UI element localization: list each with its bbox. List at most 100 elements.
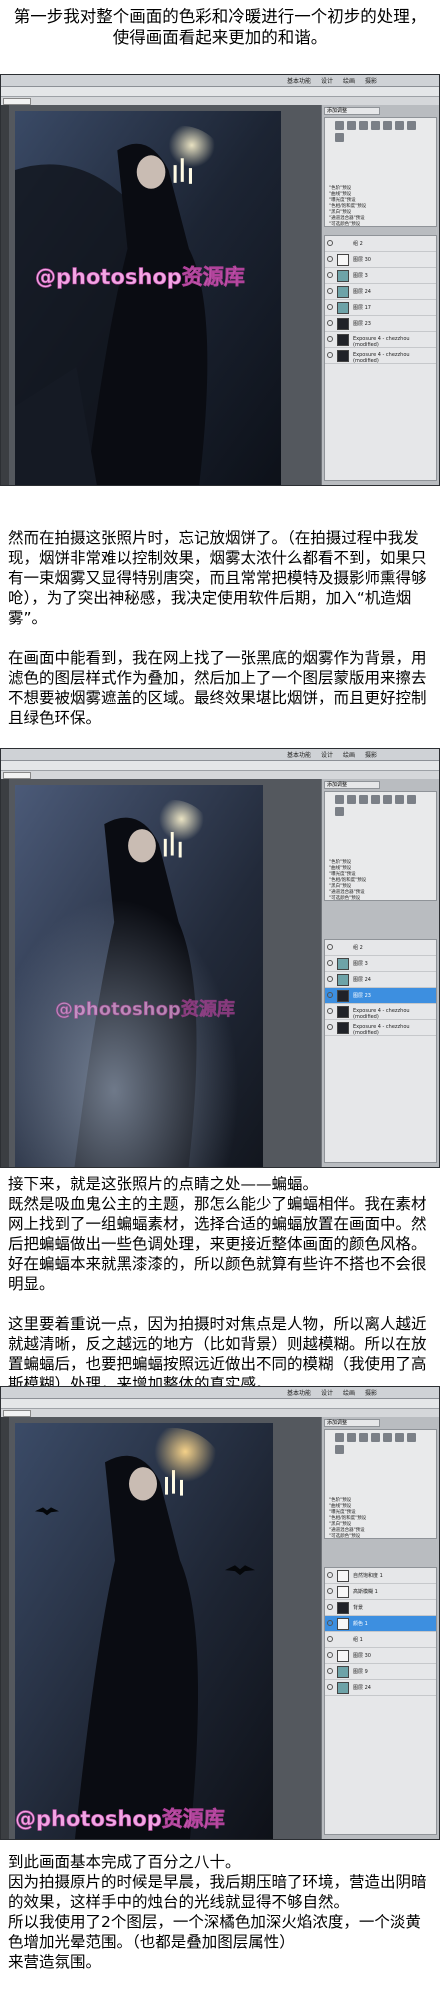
adjustments-tab[interactable]: 添加调整	[324, 1419, 380, 1427]
vibrance-icon[interactable]	[383, 795, 392, 804]
eye-icon[interactable]	[327, 320, 333, 326]
tools-panel[interactable]	[1, 779, 9, 1167]
layer-row[interactable]: Exposure 4 - chezzhou (modified)	[325, 1020, 436, 1036]
layer-thumbnail	[337, 1666, 349, 1678]
workspace-photography[interactable]: 摄影	[363, 750, 379, 759]
canvas-area[interactable]: @photoshop资源库	[9, 1417, 321, 1839]
layer-row[interactable]: 组 2	[325, 236, 436, 252]
eye-icon[interactable]	[327, 1024, 333, 1030]
eye-icon[interactable]	[327, 976, 333, 982]
exposure-icon[interactable]	[371, 1433, 380, 1442]
photo: @photoshop资源库	[15, 1423, 273, 1839]
levels-icon[interactable]	[347, 121, 356, 130]
eye-icon[interactable]	[327, 240, 333, 246]
brightness-icon[interactable]	[335, 1433, 344, 1442]
workspace-painting[interactable]: 绘画	[341, 750, 357, 759]
tools-panel[interactable]	[1, 1417, 9, 1839]
vibrance-icon[interactable]	[383, 1433, 392, 1442]
eye-icon[interactable]	[327, 304, 333, 310]
eye-icon[interactable]	[327, 1588, 333, 1594]
layer-row[interactable]: 组 2	[325, 940, 436, 956]
layer-row[interactable]: 图层 23	[325, 316, 436, 332]
bw-icon[interactable]	[335, 133, 344, 142]
workspace-photography[interactable]: 摄影	[363, 1388, 379, 1397]
adjustments-tab[interactable]: 添加调整	[324, 781, 380, 789]
eye-icon[interactable]	[327, 1008, 333, 1014]
canvas-area[interactable]: @photoshop资源库	[9, 779, 321, 1167]
layer-thumbnail	[337, 1682, 349, 1694]
preset-item[interactable]: "可选颜色"预设	[329, 896, 432, 902]
layer-row[interactable]: 图层 3	[325, 956, 436, 972]
adjustments-tab[interactable]: 添加调整	[324, 107, 380, 115]
layer-row[interactable]: Exposure 4 - chezzhou (modified)	[325, 1004, 436, 1020]
layer-row[interactable]: 图层 17	[325, 300, 436, 316]
layer-row[interactable]: 图层 24	[325, 284, 436, 300]
bw-icon[interactable]	[335, 1445, 344, 1454]
eye-icon[interactable]	[327, 944, 333, 950]
eye-icon[interactable]	[327, 1572, 333, 1578]
canvas-area[interactable]: @photoshop资源库	[9, 105, 321, 485]
bw-icon[interactable]	[335, 807, 344, 816]
eye-icon[interactable]	[327, 992, 333, 998]
eye-icon[interactable]	[327, 1684, 333, 1690]
doc-tab[interactable]	[3, 98, 31, 105]
curves-icon[interactable]	[359, 795, 368, 804]
levels-icon[interactable]	[347, 1433, 356, 1442]
colorbalance-icon[interactable]	[407, 1433, 416, 1442]
layer-thumbnail	[337, 1022, 349, 1034]
doc-tab[interactable]	[3, 1410, 31, 1417]
brightness-icon[interactable]	[335, 121, 344, 130]
layer-row[interactable]: Exposure 4 - chezzhou (modified)	[325, 348, 436, 364]
eye-icon[interactable]	[327, 1652, 333, 1658]
workspace-essentials[interactable]: 基本功能	[285, 76, 313, 85]
hue-icon[interactable]	[395, 795, 404, 804]
colorbalance-icon[interactable]	[407, 795, 416, 804]
workspace-painting[interactable]: 绘画	[341, 76, 357, 85]
layer-row[interactable]: 图层 30	[325, 1648, 436, 1664]
layer-row[interactable]: 组 1	[325, 1632, 436, 1648]
layer-row-selected[interactable]: 图层 23	[325, 988, 436, 1004]
layer-row[interactable]: 背景	[325, 1600, 436, 1616]
layer-row[interactable]: Exposure 4 - chezzhou (modified)	[325, 332, 436, 348]
curves-icon[interactable]	[359, 1433, 368, 1442]
layer-row[interactable]: 图层 30	[325, 252, 436, 268]
preset-list: "色阶"预设 "曲线"预设 "曝光度"预设 "色相/饱和度"预设 "黑白"预设 …	[329, 860, 432, 902]
workspace-essentials[interactable]: 基本功能	[285, 1388, 313, 1397]
eye-icon[interactable]	[327, 256, 333, 262]
eye-icon[interactable]	[327, 1620, 333, 1626]
workspace-design[interactable]: 设计	[319, 750, 335, 759]
eye-icon[interactable]	[327, 1636, 333, 1642]
eye-icon[interactable]	[327, 352, 333, 358]
layer-row[interactable]: 图层 3	[325, 268, 436, 284]
vibrance-icon[interactable]	[383, 121, 392, 130]
hue-icon[interactable]	[395, 1433, 404, 1442]
workspace-design[interactable]: 设计	[319, 1388, 335, 1397]
tools-panel[interactable]	[1, 105, 9, 485]
eye-icon[interactable]	[327, 960, 333, 966]
exposure-icon[interactable]	[371, 795, 380, 804]
exposure-icon[interactable]	[371, 121, 380, 130]
eye-icon[interactable]	[327, 1604, 333, 1610]
levels-icon[interactable]	[347, 795, 356, 804]
layer-row[interactable]: 图层 24	[325, 1680, 436, 1696]
eye-icon[interactable]	[327, 272, 333, 278]
workspace-essentials[interactable]: 基本功能	[285, 750, 313, 759]
workspace-design[interactable]: 设计	[319, 76, 335, 85]
layer-row[interactable]: 图层 9	[325, 1664, 436, 1680]
colorbalance-icon[interactable]	[407, 121, 416, 130]
layer-row[interactable]: 自然饱和度 1	[325, 1568, 436, 1584]
preset-item[interactable]: "可选颜色"预设	[329, 222, 432, 228]
layer-row-selected[interactable]: 颜色 1	[325, 1616, 436, 1632]
eye-icon[interactable]	[327, 1668, 333, 1674]
doc-tab[interactable]	[3, 772, 31, 779]
layer-row[interactable]: 高斯模糊 1	[325, 1584, 436, 1600]
layer-row[interactable]: 图层 24	[325, 972, 436, 988]
workspace-photography[interactable]: 摄影	[363, 76, 379, 85]
eye-icon[interactable]	[327, 336, 333, 342]
workspace-painting[interactable]: 绘画	[341, 1388, 357, 1397]
preset-item[interactable]: "可选颜色"预设	[329, 1534, 432, 1540]
curves-icon[interactable]	[359, 121, 368, 130]
eye-icon[interactable]	[327, 288, 333, 294]
hue-icon[interactable]	[395, 121, 404, 130]
brightness-icon[interactable]	[335, 795, 344, 804]
